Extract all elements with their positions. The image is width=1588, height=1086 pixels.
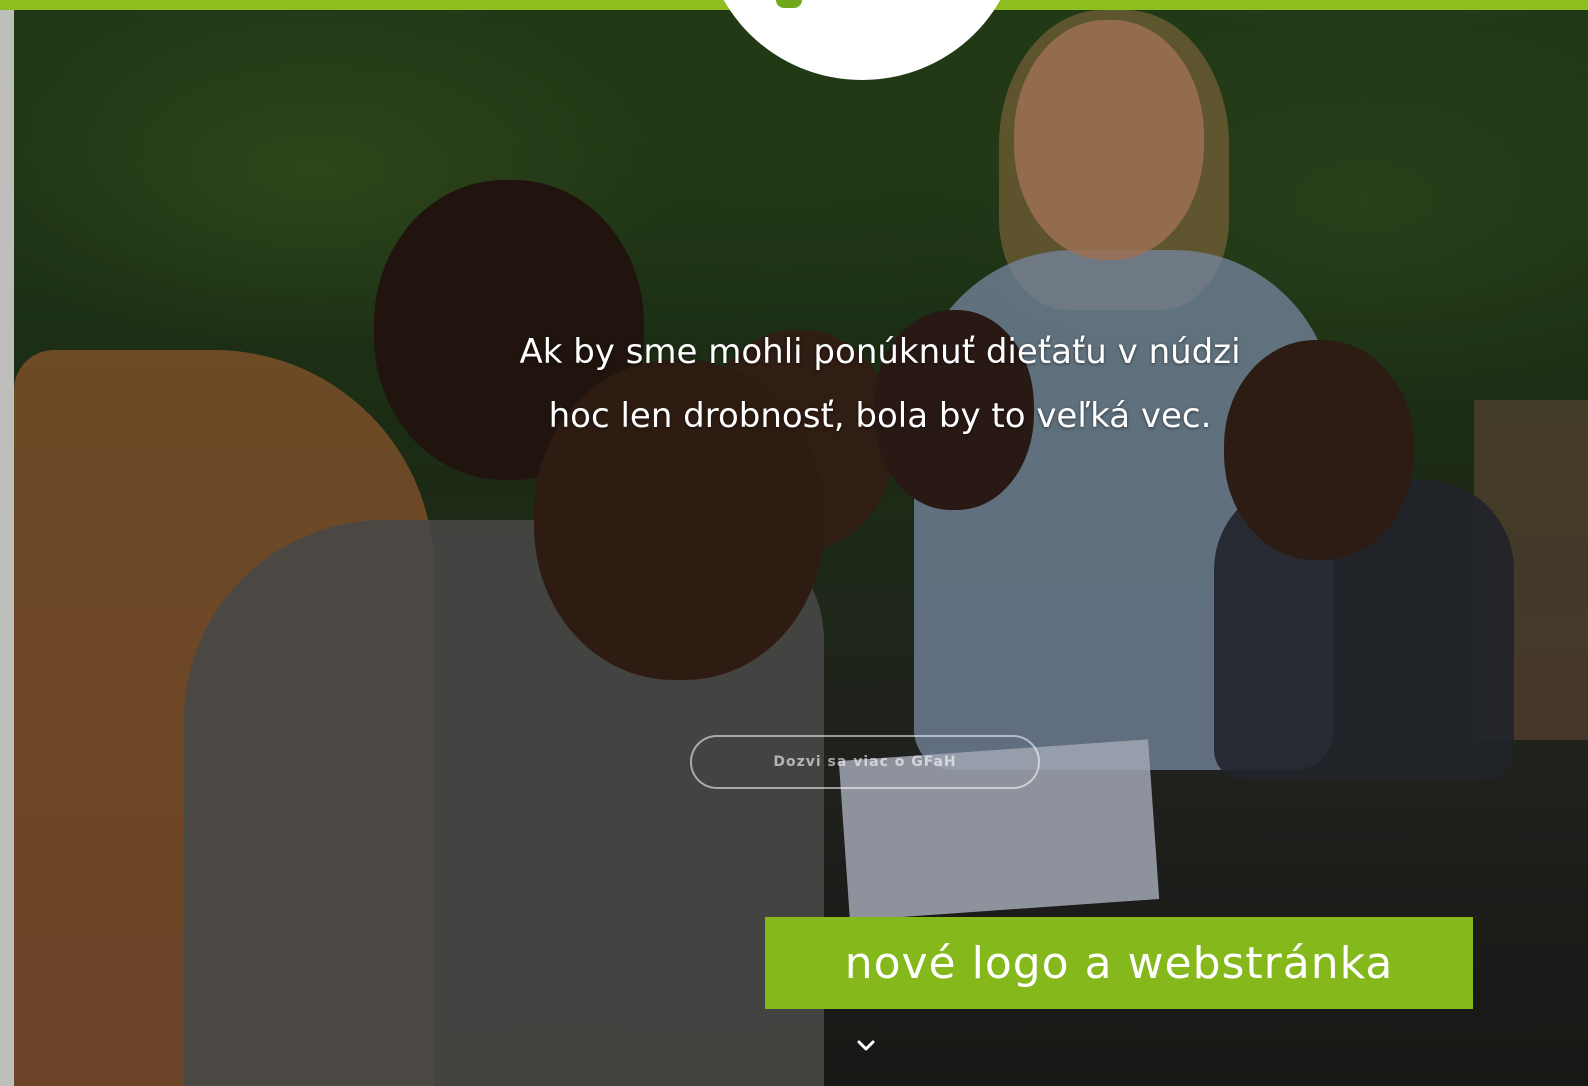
learn-more-button[interactable]: Dozvi sa viac o GFaH: [690, 735, 1040, 789]
hero-headline: Ak by sme mohli ponúknuť dieťaťu v núdzi…: [400, 320, 1360, 448]
new-logo-banner: nové logo a webstránka: [765, 917, 1473, 1009]
chevron-down-icon[interactable]: [852, 1034, 880, 1058]
banner-text: nové logo a webstránka: [844, 937, 1394, 989]
hero-headline-line2: hoc len drobnosť, bola by to veľká vec.: [548, 396, 1212, 436]
leaf-logo-icon: [776, 0, 802, 8]
hero-headline-line1: Ak by sme mohli ponúknuť dieťaťu v núdzi: [519, 332, 1241, 372]
